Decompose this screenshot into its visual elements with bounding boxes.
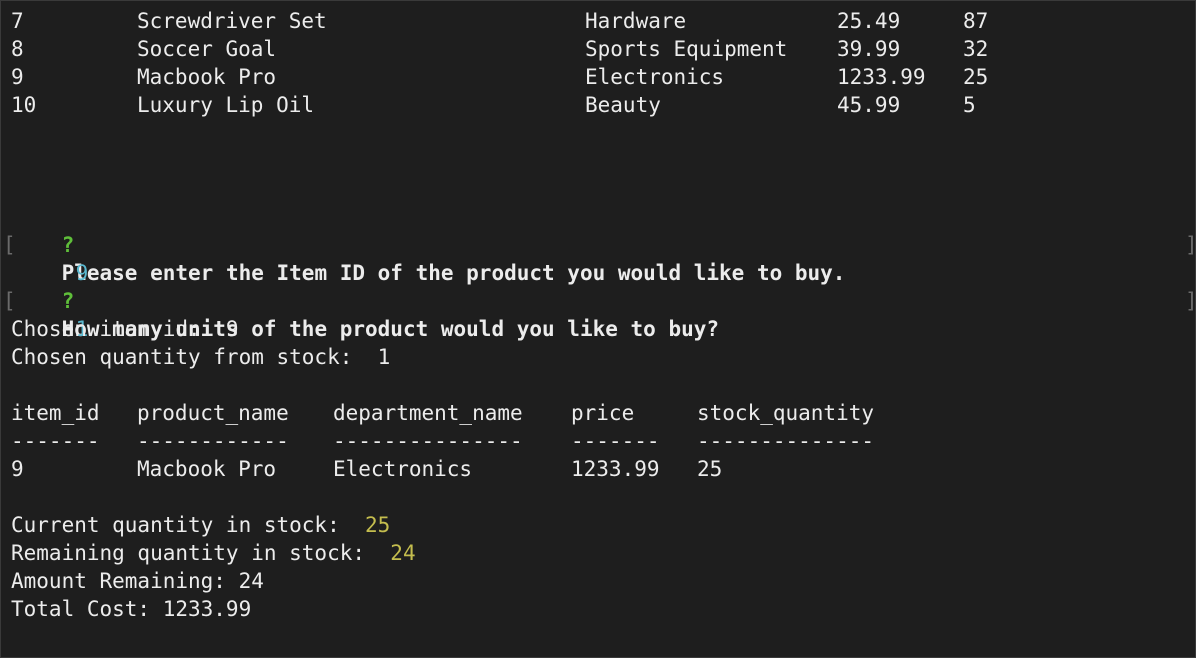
remaining-quantity-line: Remaining quantity in stock: 24 xyxy=(11,539,416,567)
row-stock: 87 xyxy=(963,9,989,33)
current-quantity-label: Current quantity in stock: xyxy=(11,513,366,537)
header-price: price xyxy=(571,401,635,425)
chosen-quantity-line: Chosen quantity from stock: 1 xyxy=(11,345,391,369)
row-item-id: 8 xyxy=(11,37,24,61)
result-table-row: 9 Macbook Pro Electronics 1233.99 25 xyxy=(11,455,722,483)
remaining-quantity-label: Remaining quantity in stock: xyxy=(11,541,391,565)
row-product-name: Soccer Goal xyxy=(137,37,277,61)
row-department: Electronics xyxy=(585,65,725,89)
product-row: 8 Soccer Goal Sports Equipment 39.99 32 xyxy=(11,35,988,63)
input-bracket-open: [ xyxy=(3,289,16,313)
row-department: Sports Equipment xyxy=(585,37,788,61)
row-item-id: 9 xyxy=(11,65,24,89)
chosen-item-id-line: Chosen item id: 9 xyxy=(11,317,239,341)
header-product-name: product_name xyxy=(137,401,289,425)
remaining-quantity-value: 24 xyxy=(390,541,416,565)
row-stock: 25 xyxy=(963,65,989,89)
row-stock: 32 xyxy=(963,37,989,61)
row-price: 1233.99 xyxy=(837,65,926,89)
quantity-answer[interactable]: 1 xyxy=(25,287,89,341)
result-table-header: item_id product_name department_name pri… xyxy=(11,399,874,427)
separator: --------------- xyxy=(333,429,523,453)
result-table-separator: ------- ------------ --------------- ---… xyxy=(11,427,874,455)
total-cost-line: Total Cost: 1233.99 xyxy=(11,597,252,621)
current-quantity-line: Current quantity in stock: 25 xyxy=(11,511,390,539)
quantity-prompt: ? How many units of the product would yo… xyxy=(11,259,719,341)
result-price: 1233.99 xyxy=(571,457,660,481)
header-item-id: item_id xyxy=(11,401,100,425)
input-bracket-close: ] xyxy=(1185,287,1196,315)
separator: ------- xyxy=(571,429,660,453)
separator: -------------- xyxy=(697,429,875,453)
result-item-id: 9 xyxy=(11,457,24,481)
input-bracket-close: ] xyxy=(1185,231,1196,259)
result-department: Electronics xyxy=(333,457,473,481)
result-stock: 25 xyxy=(697,457,723,481)
row-department: Hardware xyxy=(585,9,687,33)
item-id-prompt: ? Please enter the Item ID of the produc… xyxy=(11,203,846,285)
input-bracket-open: [ xyxy=(3,233,16,257)
row-price: 25.49 xyxy=(837,9,901,33)
row-stock: 5 xyxy=(963,93,976,117)
terminal-window[interactable]: 7 Screwdriver Set Hardware 25.49 87 8 So… xyxy=(0,0,1196,658)
separator: ------- xyxy=(11,429,100,453)
amount-remaining-line: Amount Remaining: 24 xyxy=(11,569,264,593)
row-price: 45.99 xyxy=(837,93,901,117)
header-department-name: department_name xyxy=(333,401,523,425)
separator: ------------ xyxy=(137,429,289,453)
row-department: Beauty xyxy=(585,93,661,117)
row-product-name: Macbook Pro xyxy=(137,65,277,89)
product-row: 7 Screwdriver Set Hardware 25.49 87 xyxy=(11,7,988,35)
item-id-answer[interactable]: 9 xyxy=(25,231,89,285)
result-product-name: Macbook Pro xyxy=(137,457,277,481)
row-item-id: 10 xyxy=(11,93,37,117)
row-product-name: Screwdriver Set xyxy=(137,9,327,33)
row-price: 39.99 xyxy=(837,37,901,61)
row-product-name: Luxury Lip Oil xyxy=(137,93,315,117)
row-item-id: 7 xyxy=(11,9,24,33)
product-row: 9 Macbook Pro Electronics 1233.99 25 xyxy=(11,63,988,91)
current-quantity-value: 25 xyxy=(365,513,391,537)
product-row: 10 Luxury Lip Oil Beauty 45.99 5 xyxy=(11,91,976,119)
header-stock-quantity: stock_quantity xyxy=(697,401,875,425)
